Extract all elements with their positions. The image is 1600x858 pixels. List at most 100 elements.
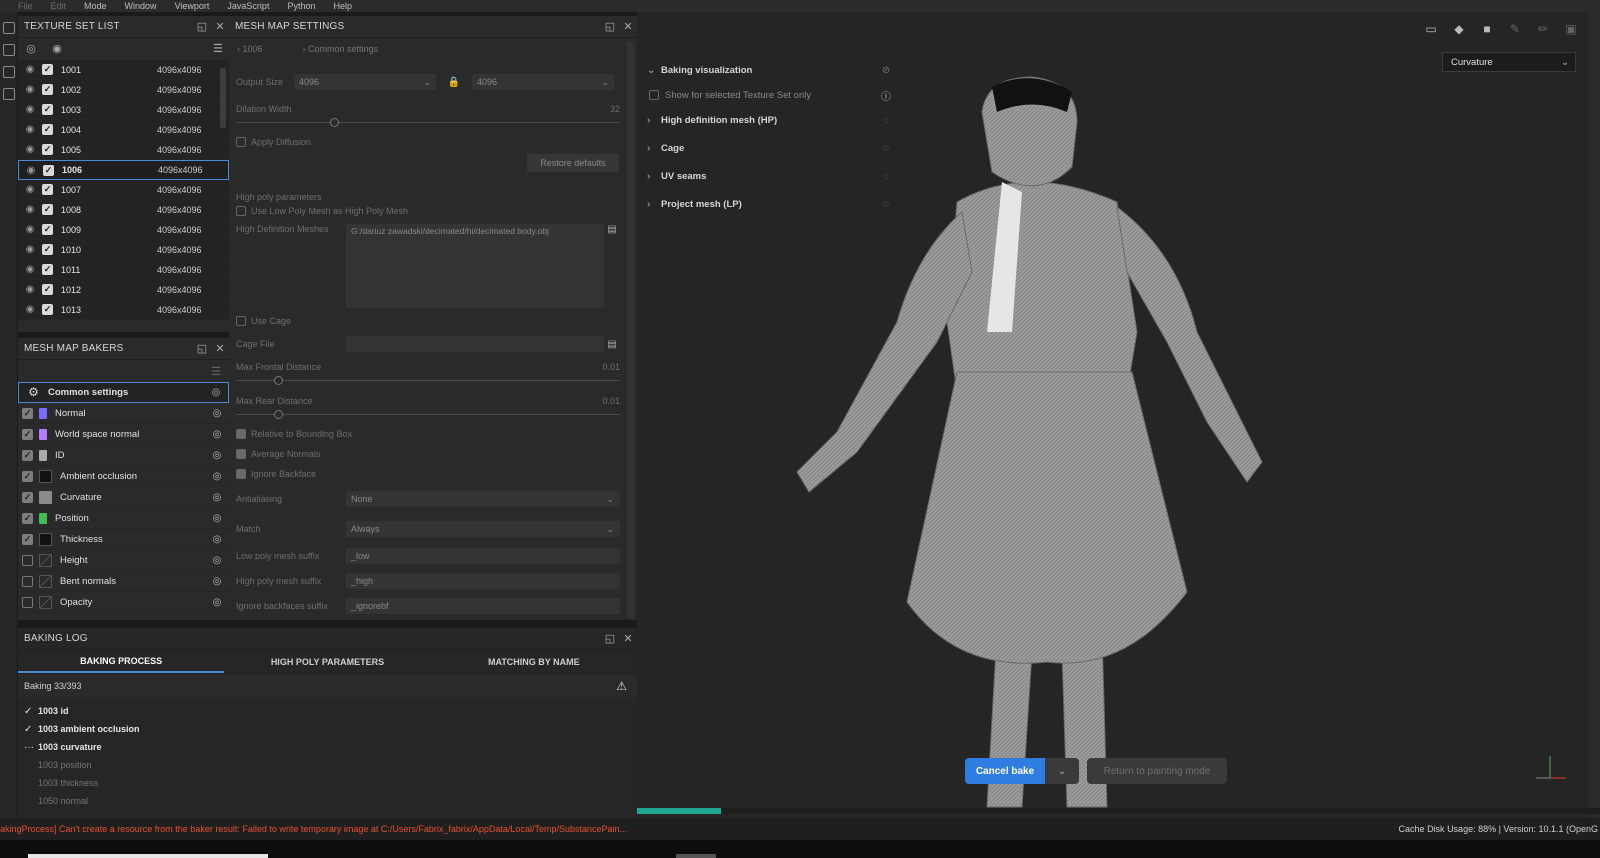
tool-paint-icon[interactable] [3, 22, 15, 34]
checkbox[interactable]: ✓ [42, 144, 53, 155]
max-frontal-slider[interactable] [236, 380, 620, 381]
undock-icon[interactable]: ◱ [601, 632, 619, 645]
restore-defaults-button[interactable]: Restore defaults [527, 154, 619, 172]
eye-icon[interactable]: ◉ [22, 264, 38, 275]
texture-set-row[interactable]: ◉ ✓ 1012 4096x4096 [18, 280, 229, 300]
screenshot-icon[interactable]: ▣ [1562, 22, 1580, 36]
menu-edit[interactable]: Edit [51, 1, 67, 11]
menu-help[interactable]: Help [333, 1, 352, 11]
texture-set-row[interactable]: ◉ ✓ 1004 4096x4096 [18, 120, 229, 140]
scrollbar[interactable] [220, 68, 226, 128]
baker-row[interactable]: Opacity ◎ [18, 592, 229, 613]
undock-icon[interactable]: ◱ [193, 342, 211, 355]
checkbox[interactable]: ✓ [42, 224, 53, 235]
checkbox[interactable]: ✓ [42, 304, 53, 315]
undock-icon[interactable]: ◱ [601, 20, 619, 33]
texture-set-row[interactable]: ◉ ✓ 1008 4096x4096 [18, 200, 229, 220]
ignore-suffix-input[interactable]: _ignorebf [346, 598, 620, 614]
checkbox[interactable]: ✓ [22, 407, 33, 419]
undock-icon[interactable]: ◱ [193, 20, 211, 33]
apply-diffusion-checkbox[interactable] [236, 137, 246, 147]
menu-list-icon[interactable]: ☰ [211, 365, 221, 378]
texture-set-row[interactable]: ◉ ✓ 1003 4096x4096 [18, 100, 229, 120]
close-icon[interactable]: ✕ [619, 20, 637, 33]
cancel-bake-button[interactable]: Cancel bake [965, 758, 1045, 784]
baker-row[interactable]: ✓ Normal ◎ [18, 403, 229, 424]
checkbox[interactable]: ✓ [42, 84, 53, 95]
checkbox[interactable]: ✓ [43, 164, 54, 176]
baker-row[interactable]: ✓ Thickness ◎ [18, 529, 229, 550]
viewport[interactable]: ▭ ◆ ■ ✎ ✏ ▣ ⌄ Baking visualization ⊘ Sho… [637, 12, 1600, 818]
visibility-icon[interactable]: ◎ [209, 429, 225, 440]
ignore-backface-checkbox[interactable] [236, 469, 246, 479]
eye-icon[interactable]: ◉ [22, 124, 38, 135]
visibility-icon[interactable]: ◎ [209, 597, 225, 608]
tool-bake-icon[interactable] [3, 88, 15, 100]
eye-icon[interactable]: ◉ [23, 165, 39, 176]
max-rear-slider[interactable] [236, 414, 620, 415]
checkbox[interactable]: ✓ [22, 491, 33, 503]
channel-select[interactable]: Curvature ⌄ [1442, 52, 1576, 72]
menu-window[interactable]: Window [125, 1, 157, 11]
visibility-icon[interactable]: ◎ [209, 555, 225, 566]
warning-icon[interactable]: ⚠ [616, 679, 627, 693]
taskbar-item[interactable] [28, 854, 268, 858]
dilation-slider[interactable] [236, 122, 620, 123]
use-low-poly-checkbox[interactable] [236, 206, 246, 216]
eye-icon[interactable]: ◉ [22, 284, 38, 295]
menu-python[interactable]: Python [287, 1, 315, 11]
visibility-icon[interactable]: ◎ [209, 450, 225, 461]
menu-list-icon[interactable]: ☰ [211, 42, 225, 56]
brush-icon[interactable]: ✎ [1506, 22, 1524, 36]
visibility-icon[interactable]: ◎ [209, 576, 225, 587]
tool-layers-icon[interactable] [3, 44, 15, 56]
tab-high-poly-parameters[interactable]: HIGH POLY PARAMETERS [224, 650, 430, 673]
eye-icon[interactable]: ◉ [22, 144, 38, 155]
frame-icon[interactable]: ▭ [1422, 22, 1440, 36]
show-selected-checkbox[interactable] [649, 90, 659, 100]
cube-icon[interactable]: ◆ [1450, 22, 1468, 36]
checkbox[interactable] [22, 554, 33, 566]
texture-set-row[interactable]: ◉ ✓ 1005 4096x4096 [18, 140, 229, 160]
checkbox[interactable] [22, 575, 33, 587]
antialiasing-select[interactable]: None ⌄ [346, 491, 620, 507]
hd-meshes-list[interactable]: G:/dariuz zawadski/decimated/hi/decimate… [346, 224, 604, 308]
high-suffix-input[interactable]: _high [346, 573, 620, 589]
match-select[interactable]: Always ⌄ [346, 521, 620, 537]
texture-set-row[interactable]: ◉ ✓ 1010 4096x4096 [18, 240, 229, 260]
checkbox[interactable]: ✓ [42, 64, 53, 75]
average-normals-checkbox[interactable] [236, 449, 246, 459]
eye-icon[interactable]: ◉ [22, 104, 38, 115]
baker-row[interactable]: ✓ ID ◎ [18, 445, 229, 466]
cage-file-input[interactable] [346, 336, 604, 352]
close-icon[interactable]: ✕ [211, 20, 229, 33]
baker-row[interactable]: Bent normals ◎ [18, 571, 229, 592]
error-message[interactable]: akingProcess] Can't create a resource fr… [0, 824, 1399, 834]
return-to-painting-button[interactable]: Return to painting mode [1087, 758, 1227, 784]
baker-common-settings[interactable]: ⚙ Common settings ◎ [18, 382, 229, 403]
visibility-icon[interactable]: ◎ [209, 408, 225, 419]
texture-set-row[interactable]: ◉ ✓ 1007 4096x4096 [18, 180, 229, 200]
character-model[interactable] [787, 72, 1267, 812]
texture-set-row[interactable]: ◉ ✓ 1013 4096x4096 [18, 300, 229, 320]
cancel-bake-dropdown[interactable]: ⌄ [1045, 758, 1079, 784]
relative-bbox-checkbox[interactable] [236, 429, 246, 439]
texture-set-row[interactable]: ◉ ✓ 1002 4096x4096 [18, 80, 229, 100]
texture-set-row-selected[interactable]: ◉ ✓ 1006 4096x4096 [18, 160, 229, 180]
menu-file[interactable]: File [18, 1, 33, 11]
output-size-a-select[interactable]: 4096 ⌄ [294, 74, 436, 90]
eye-icon[interactable]: ◉ [22, 184, 38, 195]
eye-icon[interactable]: ◉ [22, 224, 38, 235]
checkbox[interactable]: ✓ [22, 428, 33, 440]
max-frontal-slider-handle[interactable] [274, 376, 283, 385]
output-size-b-select[interactable]: 4096 ⌄ [472, 74, 614, 90]
visibility-icon[interactable]: ◎ [209, 492, 225, 503]
max-rear-slider-handle[interactable] [274, 410, 283, 419]
eye-icon[interactable]: ◉ [22, 64, 38, 75]
baker-row[interactable]: ✓ Curvature ◎ [18, 487, 229, 508]
eye-icon[interactable]: ◉ [50, 42, 64, 56]
visibility-icon[interactable]: ◎ [208, 387, 224, 398]
breadcrumb-texture-set[interactable]: › 1006 [237, 44, 283, 54]
checkbox[interactable]: ✓ [42, 124, 53, 135]
texture-set-row[interactable]: ◉ ✓ 1001 4096x4096 [18, 60, 229, 80]
